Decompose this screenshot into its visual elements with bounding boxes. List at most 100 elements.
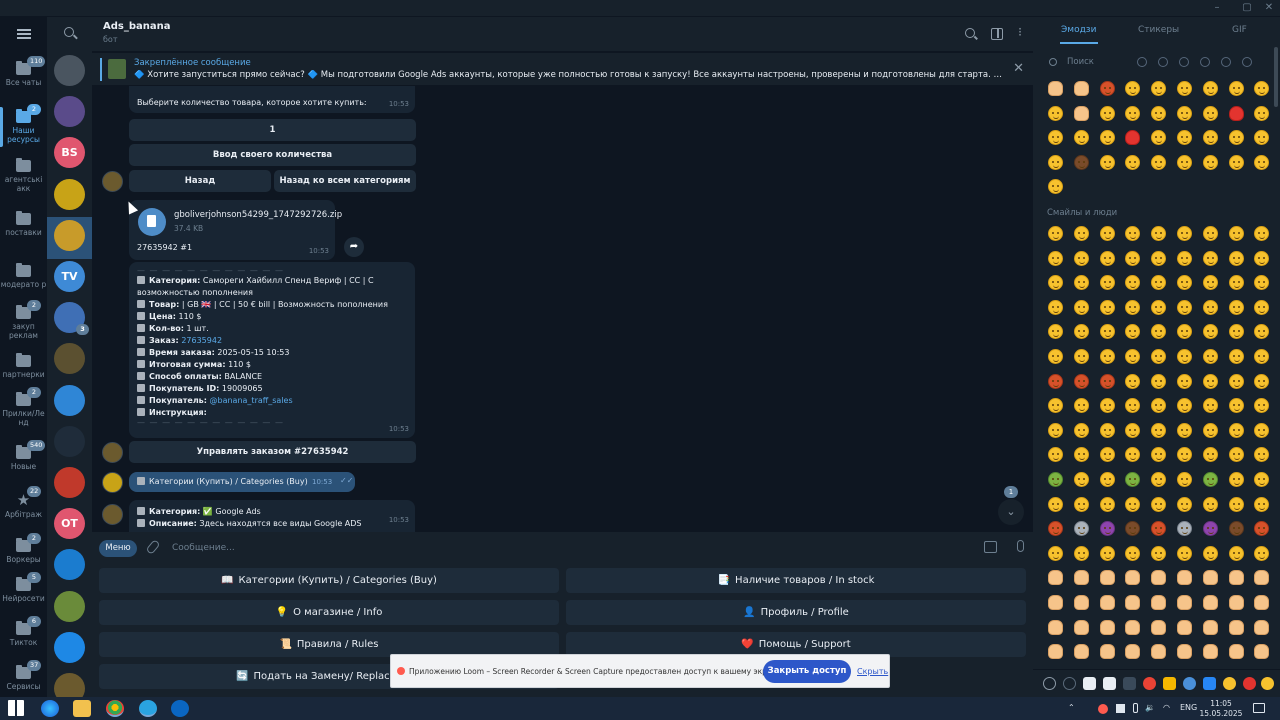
emoji-icon[interactable] xyxy=(1177,472,1192,487)
emoji-icon[interactable] xyxy=(1048,595,1063,610)
emoji-icon[interactable] xyxy=(1125,324,1141,340)
emoji-icon[interactable] xyxy=(1254,154,1270,170)
emoji-icon[interactable] xyxy=(1254,130,1270,146)
emoji-icon[interactable] xyxy=(1048,226,1063,241)
folder-item[interactable]: модерато р xyxy=(0,263,47,289)
close-window-icon[interactable]: ✕ xyxy=(1254,2,1280,13)
folder-item[interactable]: партнерки xyxy=(0,353,47,379)
emoji-icon[interactable] xyxy=(1125,130,1141,146)
search-icon[interactable] xyxy=(965,28,975,38)
microphone-icon[interactable] xyxy=(1017,540,1024,552)
keyboard-toggle-icon[interactable] xyxy=(984,541,997,553)
bot-avatar[interactable] xyxy=(102,171,123,192)
emoji-icon[interactable] xyxy=(1202,521,1218,537)
emoji-icon[interactable] xyxy=(1254,275,1270,291)
emoji-icon[interactable] xyxy=(1073,570,1089,586)
emoji-icon[interactable] xyxy=(1228,324,1244,340)
emoji-icon[interactable] xyxy=(1254,472,1270,487)
app-icon[interactable] xyxy=(171,700,189,717)
emoji-icon[interactable] xyxy=(1177,81,1192,96)
emoji-icon[interactable] xyxy=(1073,226,1089,241)
message-input[interactable] xyxy=(172,540,952,556)
emoji-icon[interactable] xyxy=(1048,472,1063,487)
emoji-icon[interactable] xyxy=(1202,226,1218,241)
emoji-icon[interactable] xyxy=(1177,398,1192,414)
emoji-icon[interactable] xyxy=(1177,275,1192,291)
bot-menu-button[interactable]: Меню xyxy=(99,540,137,557)
emoji-icon[interactable] xyxy=(1099,299,1115,315)
emoji-icon[interactable] xyxy=(1177,299,1192,315)
emoji-icon[interactable] xyxy=(1125,595,1141,610)
tray-app-icon[interactable] xyxy=(1116,704,1125,713)
emoji-icon[interactable] xyxy=(1125,472,1141,487)
emoji-icon[interactable] xyxy=(1177,521,1192,537)
emoji-icon[interactable] xyxy=(1099,81,1115,96)
emoji-icon[interactable] xyxy=(1099,349,1115,364)
chat-avatar[interactable]: TV xyxy=(54,261,85,292)
emoji-icon[interactable] xyxy=(1228,619,1244,635)
pinned-message-bar[interactable]: Закреплённое сообщение 🔷 Хотите запустит… xyxy=(92,52,1033,85)
emoji-icon[interactable] xyxy=(1073,275,1089,291)
emoji-icon[interactable] xyxy=(1177,447,1192,463)
emoji-icon[interactable] xyxy=(1073,324,1089,340)
emoji-icon[interactable] xyxy=(1048,81,1063,96)
emoji-icon[interactable] xyxy=(1254,545,1270,561)
emoji-icon[interactable] xyxy=(1228,81,1244,96)
emoji-icon[interactable] xyxy=(1228,472,1244,487)
emoji-icon[interactable] xyxy=(1048,570,1063,586)
emoji-icon[interactable] xyxy=(1048,154,1063,170)
chat-avatar[interactable] xyxy=(54,55,85,86)
emoji-icon[interactable] xyxy=(1228,349,1244,364)
emoji-icon[interactable] xyxy=(1099,275,1115,291)
emoji-icon[interactable] xyxy=(1254,447,1270,463)
chat-avatar[interactable] xyxy=(54,343,85,375)
custom-qty-button[interactable]: Ввод своего количества xyxy=(129,144,416,166)
emoji-icon[interactable] xyxy=(1099,154,1115,170)
emoji-icon[interactable] xyxy=(1048,130,1063,146)
emoji-icon[interactable] xyxy=(1177,250,1192,266)
emoji-icon[interactable] xyxy=(1099,496,1115,512)
emoji-icon[interactable] xyxy=(1151,226,1167,241)
thumbs-up-category-icon[interactable] xyxy=(1158,57,1168,67)
chat-header[interactable]: Ads_banana бот · · · xyxy=(92,17,1033,51)
emoji-icon[interactable] xyxy=(1073,521,1089,537)
emoji-icon[interactable] xyxy=(1228,398,1244,414)
emoji-icon[interactable] xyxy=(1254,496,1270,512)
emoji-icon[interactable] xyxy=(1177,570,1192,586)
emoji-icon[interactable] xyxy=(1073,373,1089,389)
emoji-icon[interactable] xyxy=(1151,422,1167,438)
chrome-icon[interactable] xyxy=(106,700,124,717)
emoji-icon[interactable] xyxy=(1073,154,1089,170)
emoji-icon[interactable] xyxy=(1099,373,1115,389)
emoji-icon[interactable] xyxy=(1125,105,1141,121)
tab-gif[interactable]: GIF xyxy=(1232,25,1247,35)
emoji-icon[interactable] xyxy=(1099,398,1115,414)
emoji-icon[interactable] xyxy=(1125,570,1141,586)
folder-item[interactable]: поставки xyxy=(0,211,47,237)
minimize-icon[interactable]: – xyxy=(1202,2,1232,13)
emoji-icon[interactable] xyxy=(1073,619,1089,635)
emoji-icon[interactable] xyxy=(1099,521,1115,537)
emoji-icon[interactable] xyxy=(1099,472,1115,487)
tab-stickers[interactable]: Стикеры xyxy=(1138,25,1179,35)
emoji-icon[interactable] xyxy=(1151,472,1167,487)
keyboard-button[interactable]: 💡 О магазине / Info xyxy=(99,600,559,625)
emoji-icon[interactable] xyxy=(1048,179,1063,195)
emoji-icon[interactable] xyxy=(1073,81,1089,96)
emoji-icon[interactable] xyxy=(1048,105,1063,121)
emoji-icon[interactable] xyxy=(1202,81,1218,96)
emoji-icon[interactable] xyxy=(1073,398,1089,414)
emoji-icon[interactable] xyxy=(1228,105,1244,121)
emoji-icon[interactable] xyxy=(1202,545,1218,561)
emoji-icon[interactable] xyxy=(1073,472,1089,487)
emoji-icon[interactable] xyxy=(1125,154,1141,170)
emoji-icon[interactable] xyxy=(1125,373,1141,389)
emoji-icon[interactable] xyxy=(1125,81,1141,96)
emoji-icon[interactable] xyxy=(1228,275,1244,291)
emoji-icon[interactable] xyxy=(1177,545,1192,561)
copilot-icon[interactable] xyxy=(41,700,59,717)
emoji-icon[interactable] xyxy=(1073,595,1089,610)
sidebar-toggle-icon[interactable] xyxy=(991,28,1003,40)
emoji-icon[interactable] xyxy=(1099,250,1115,266)
emoji-icon[interactable] xyxy=(1177,373,1192,389)
